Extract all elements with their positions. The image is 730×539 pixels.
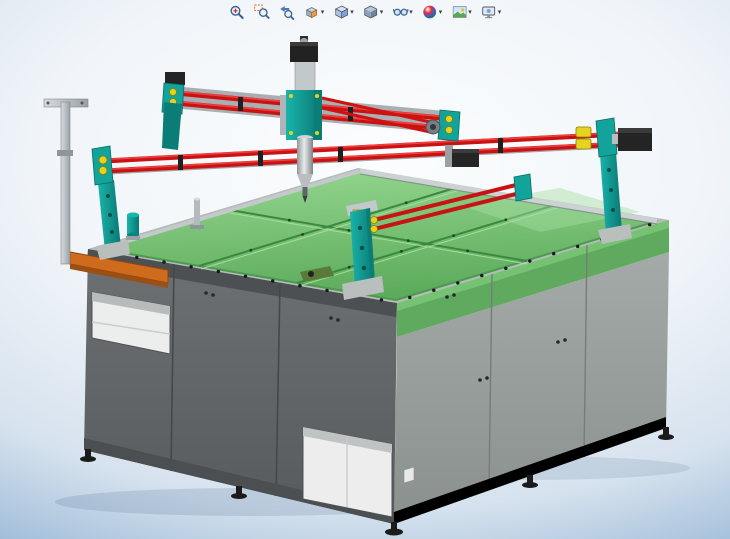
left-stanchion[interactable]	[96, 180, 130, 260]
clamp-cylinder[interactable]	[126, 213, 140, 241]
rail-end-plate-left	[92, 146, 113, 185]
apply-scene-icon	[451, 4, 467, 20]
beam-end-right	[438, 110, 460, 141]
support-post[interactable]	[44, 99, 88, 264]
hide-show-items-button[interactable]: ▾	[391, 3, 414, 21]
stub-end-block	[514, 174, 532, 201]
zoom-to-area-icon	[254, 4, 270, 20]
view-settings-icon	[481, 4, 497, 20]
view-heads-up-toolbar: ▾ ▾ ▾ ▾	[228, 2, 503, 22]
x-axis-motor[interactable]	[612, 128, 652, 151]
display-style-caret[interactable]: ▾	[380, 9, 384, 16]
zoom-to-area-button[interactable]	[253, 3, 271, 21]
section-view-button[interactable]: ▾	[303, 3, 326, 21]
hide-show-items-icon	[392, 4, 408, 20]
cnc-machine-model[interactable]	[44, 36, 690, 536]
section-view-caret[interactable]: ▾	[321, 9, 325, 16]
panel-label	[404, 467, 414, 483]
apply-scene-caret[interactable]: ▾	[468, 9, 472, 16]
z-axis-motor[interactable]	[290, 36, 318, 62]
view-orientation-caret[interactable]: ▾	[350, 9, 354, 16]
beam-left-bracket	[162, 102, 182, 150]
cad-viewport[interactable]: ▾ ▾ ▾ ▾	[0, 0, 730, 539]
view-settings-caret[interactable]: ▾	[498, 9, 502, 16]
zoom-to-fit-icon	[229, 4, 245, 20]
edit-appearance-button[interactable]: ▾	[421, 3, 444, 21]
model-canvas[interactable]	[0, 0, 730, 539]
previous-view-icon	[279, 4, 295, 20]
hide-show-items-caret[interactable]: ▾	[409, 9, 413, 16]
view-orientation-button[interactable]: ▾	[332, 3, 355, 21]
section-view-icon	[304, 4, 320, 20]
view-settings-button[interactable]: ▾	[480, 3, 503, 21]
right-stanchion[interactable]	[598, 152, 632, 244]
apply-scene-button[interactable]: ▾	[450, 3, 473, 21]
previous-view-button[interactable]	[278, 3, 296, 21]
z-carriage[interactable]	[286, 90, 322, 140]
edit-appearance-caret[interactable]: ▾	[439, 9, 443, 16]
z-axis-assembly[interactable]	[280, 36, 322, 203]
display-style-icon	[363, 4, 379, 20]
zoom-to-fit-button[interactable]	[228, 3, 246, 21]
display-style-button[interactable]: ▾	[362, 3, 385, 21]
edit-appearance-icon	[422, 4, 438, 20]
y-axis-motor[interactable]	[445, 145, 479, 167]
view-orientation-icon	[333, 4, 349, 20]
